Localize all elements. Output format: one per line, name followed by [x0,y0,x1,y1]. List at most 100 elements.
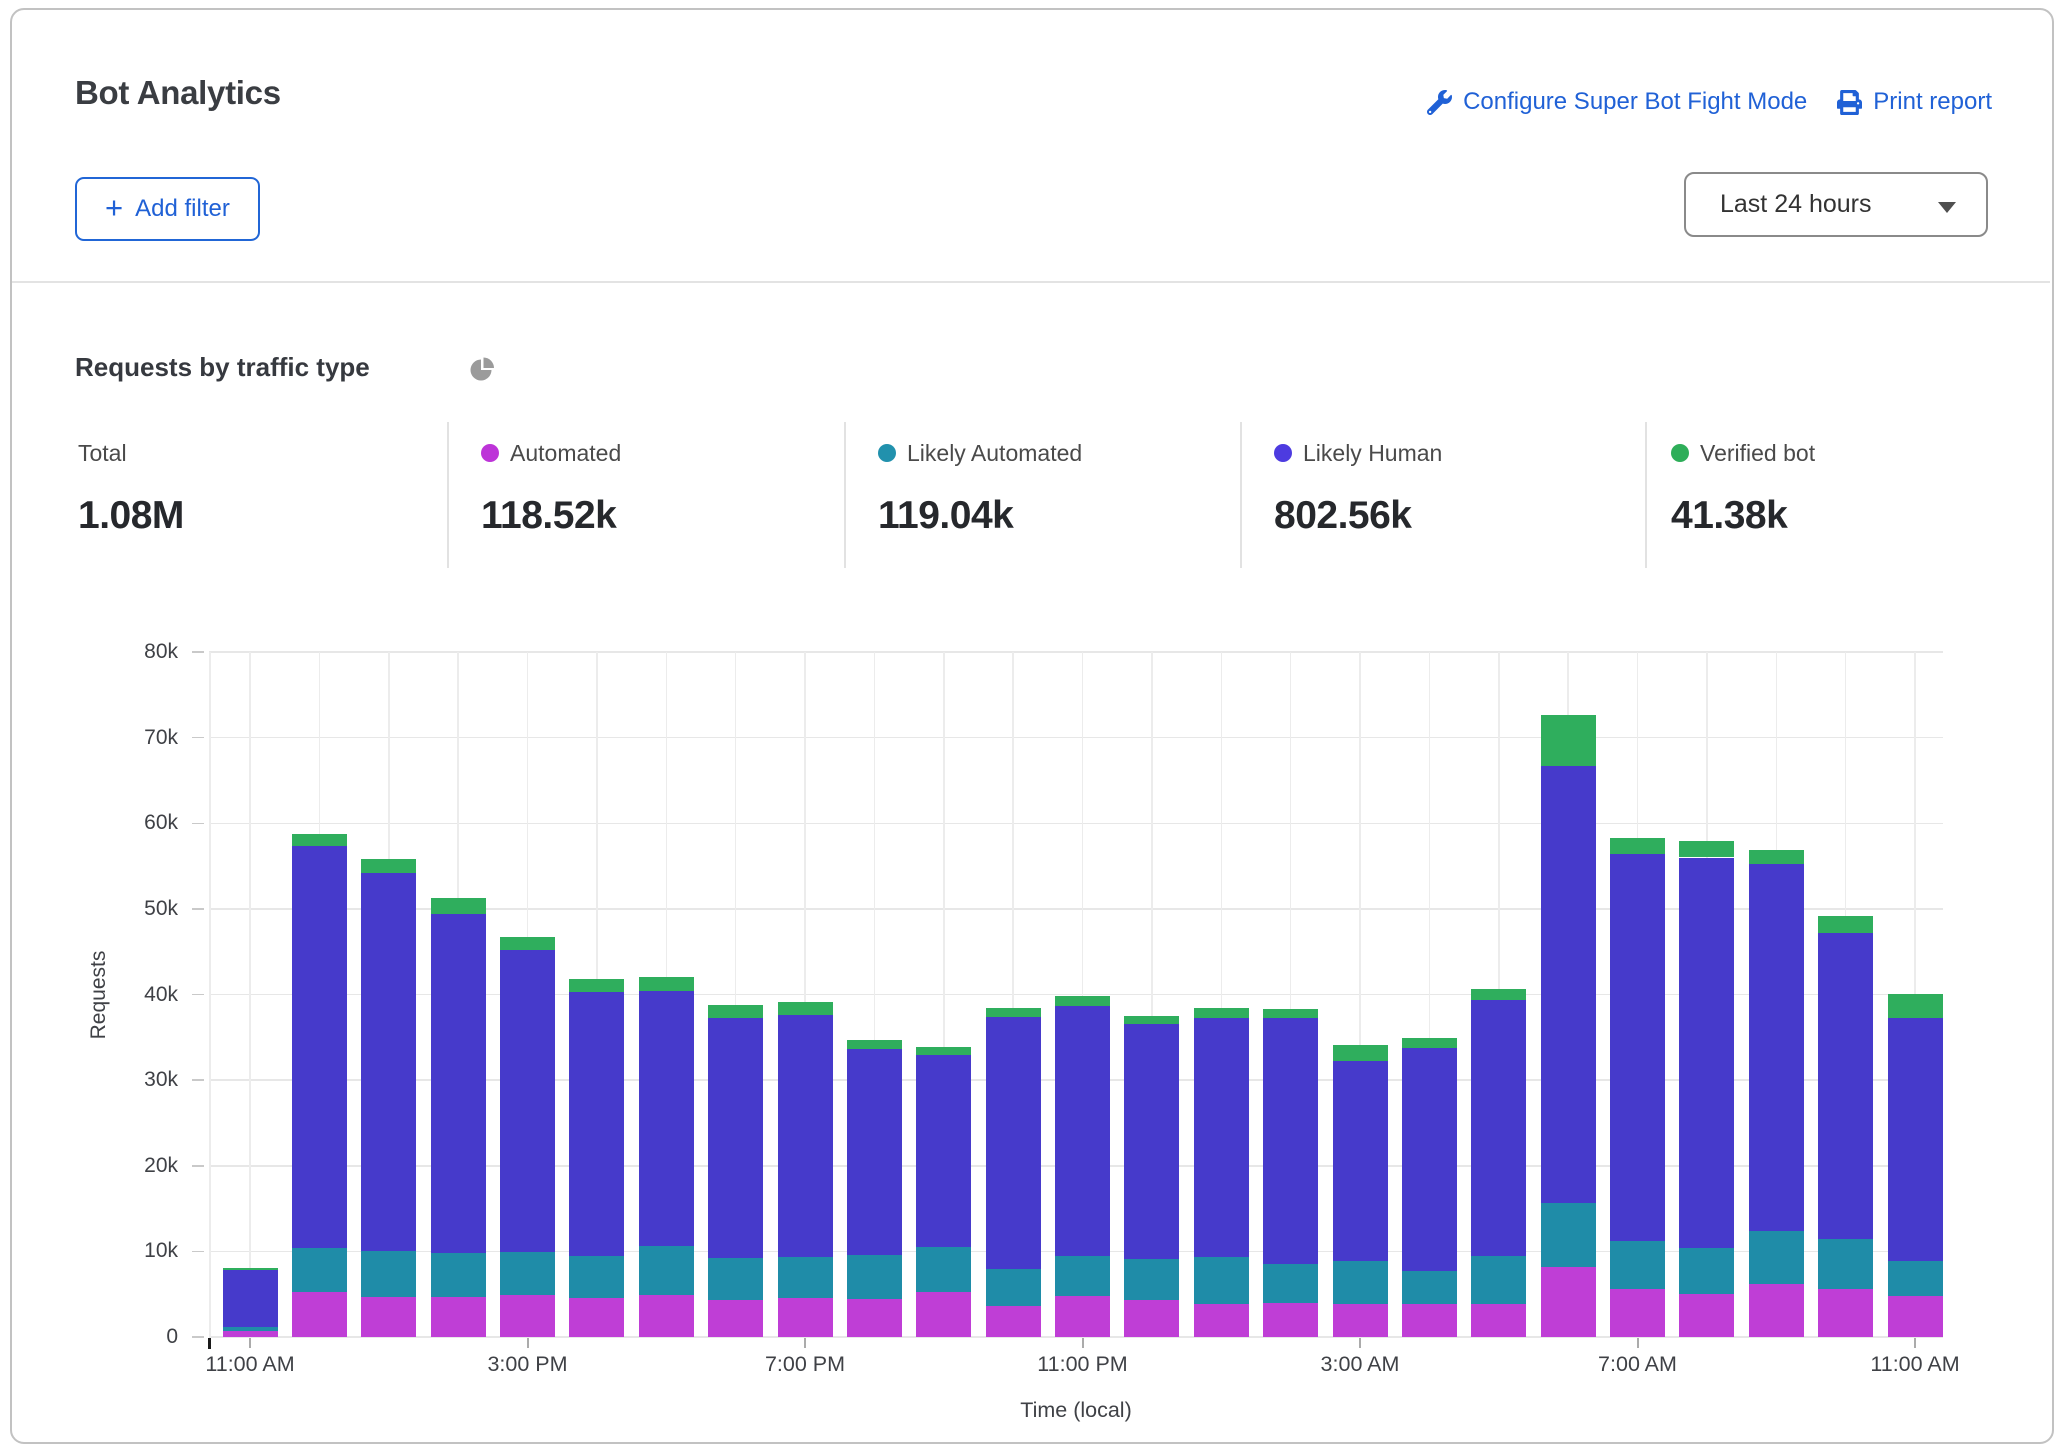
bar-segment-automated[interactable] [986,1306,1041,1337]
bar-segment-likely-human[interactable] [1749,864,1804,1230]
bar-segment-verified-bot[interactable] [1818,916,1873,933]
add-filter-button[interactable]: + Add filter [75,177,260,241]
bar-segment-verified-bot[interactable] [292,834,347,846]
bar-segment-automated[interactable] [1541,1267,1596,1337]
bar-segment-likely-automated[interactable] [223,1327,278,1331]
bar-segment-verified-bot[interactable] [361,859,416,873]
bar-segment-automated[interactable] [431,1297,486,1337]
bar-segment-likely-human[interactable] [1055,1006,1110,1256]
bar-segment-likely-automated[interactable] [1818,1239,1873,1290]
print-report-link[interactable]: Print report [1837,88,1992,116]
bar-segment-automated[interactable] [1402,1304,1457,1337]
bar-segment-likely-automated[interactable] [986,1269,1041,1306]
bar-segment-automated[interactable] [1263,1303,1318,1337]
bar-segment-likely-automated[interactable] [1610,1241,1665,1289]
bar-segment-verified-bot[interactable] [1749,850,1804,865]
bar-segment-verified-bot[interactable] [1610,838,1665,854]
bar-segment-automated[interactable] [1888,1296,1943,1337]
bar-segment-likely-automated[interactable] [1194,1257,1249,1304]
bar-segment-automated[interactable] [361,1297,416,1337]
stat-automated[interactable]: Automated 118.52k [481,440,621,538]
bar-segment-verified-bot[interactable] [1541,715,1596,766]
bar-segment-automated[interactable] [1194,1304,1249,1337]
bar-segment-automated[interactable] [1818,1289,1873,1337]
bar-segment-verified-bot[interactable] [1888,994,1943,1018]
bar-segment-likely-automated[interactable] [569,1256,624,1298]
bar-segment-verified-bot[interactable] [1333,1045,1388,1061]
bar-segment-verified-bot[interactable] [1402,1038,1457,1047]
bar-segment-likely-automated[interactable] [1749,1231,1804,1284]
bar-segment-automated[interactable] [1679,1294,1734,1337]
bar-segment-likely-automated[interactable] [639,1246,694,1295]
bar-segment-verified-bot[interactable] [916,1047,971,1056]
bar-segment-likely-human[interactable] [1402,1048,1457,1271]
bar-segment-likely-automated[interactable] [1055,1256,1110,1296]
bar-segment-likely-human[interactable] [1679,858,1734,1248]
bar-segment-likely-human[interactable] [986,1017,1041,1270]
bar-segment-automated[interactable] [1333,1304,1388,1337]
bar-segment-automated[interactable] [1610,1289,1665,1337]
bar-segment-automated[interactable] [639,1295,694,1337]
bar-segment-verified-bot[interactable] [1055,996,1110,1005]
bar-segment-likely-human[interactable] [1333,1061,1388,1261]
bar-segment-likely-human[interactable] [223,1270,278,1327]
bar-segment-automated[interactable] [223,1331,278,1337]
bar-segment-verified-bot[interactable] [1124,1016,1179,1025]
bar-segment-verified-bot[interactable] [500,937,555,950]
bar-segment-likely-automated[interactable] [361,1251,416,1296]
bar-segment-likely-automated[interactable] [1402,1271,1457,1304]
bar-segment-likely-automated[interactable] [1333,1261,1388,1304]
bar-segment-automated[interactable] [1055,1296,1110,1337]
bar-segment-likely-human[interactable] [1610,854,1665,1241]
bar-segment-verified-bot[interactable] [1194,1008,1249,1018]
configure-super-bot-fight-mode-link[interactable]: Configure Super Bot Fight Mode [1427,88,1807,116]
bar-segment-likely-automated[interactable] [1541,1203,1596,1267]
bar-segment-likely-human[interactable] [1124,1024,1179,1259]
bar-segment-likely-automated[interactable] [708,1258,763,1300]
bar-segment-automated[interactable] [778,1298,833,1337]
time-range-dropdown[interactable]: Last 24 hours [1684,172,1988,237]
bar-segment-automated[interactable] [1471,1304,1526,1337]
bar-segment-automated[interactable] [916,1292,971,1337]
bar-segment-verified-bot[interactable] [1679,841,1734,857]
bar-segment-likely-human[interactable] [708,1018,763,1259]
bar-segment-verified-bot[interactable] [708,1005,763,1018]
bar-segment-likely-automated[interactable] [847,1255,902,1300]
stat-verified-bot[interactable]: Verified bot 41.38k [1671,440,1815,538]
bar-segment-automated[interactable] [1124,1300,1179,1337]
bar-segment-likely-automated[interactable] [500,1252,555,1295]
bar-segment-likely-automated[interactable] [292,1248,347,1293]
bar-segment-likely-human[interactable] [361,873,416,1251]
stat-likely-human[interactable]: Likely Human 802.56k [1274,440,1442,538]
bar-segment-verified-bot[interactable] [986,1008,1041,1017]
bar-segment-verified-bot[interactable] [569,979,624,992]
bar-segment-likely-automated[interactable] [1263,1264,1318,1303]
bar-segment-verified-bot[interactable] [431,898,486,914]
bar-segment-likely-human[interactable] [916,1055,971,1247]
bar-segment-verified-bot[interactable] [1263,1009,1318,1018]
bar-segment-verified-bot[interactable] [1471,989,1526,1001]
bar-segment-likely-human[interactable] [431,914,486,1253]
bar-segment-verified-bot[interactable] [778,1002,833,1015]
bar-segment-likely-automated[interactable] [1888,1261,1943,1296]
bar-segment-likely-human[interactable] [569,992,624,1256]
bar-segment-automated[interactable] [708,1300,763,1337]
bar-segment-likely-automated[interactable] [1679,1248,1734,1294]
bar-segment-verified-bot[interactable] [847,1040,902,1049]
bar-segment-verified-bot[interactable] [223,1268,278,1271]
bar-segment-likely-human[interactable] [1194,1018,1249,1257]
bar-segment-likely-human[interactable] [847,1049,902,1255]
stat-likely-automated[interactable]: Likely Automated 119.04k [878,440,1082,538]
bar-segment-automated[interactable] [847,1299,902,1337]
bar-segment-likely-automated[interactable] [1124,1259,1179,1300]
bar-segment-automated[interactable] [569,1298,624,1337]
bar-segment-likely-human[interactable] [500,950,555,1252]
bar-segment-automated[interactable] [1749,1284,1804,1337]
bar-segment-likely-automated[interactable] [1471,1256,1526,1304]
bar-segment-likely-human[interactable] [1263,1018,1318,1264]
bar-segment-likely-automated[interactable] [431,1253,486,1297]
bar-segment-likely-automated[interactable] [916,1247,971,1292]
bar-segment-likely-human[interactable] [1888,1018,1943,1261]
bar-segment-likely-human[interactable] [292,846,347,1248]
bar-segment-likely-automated[interactable] [778,1257,833,1298]
